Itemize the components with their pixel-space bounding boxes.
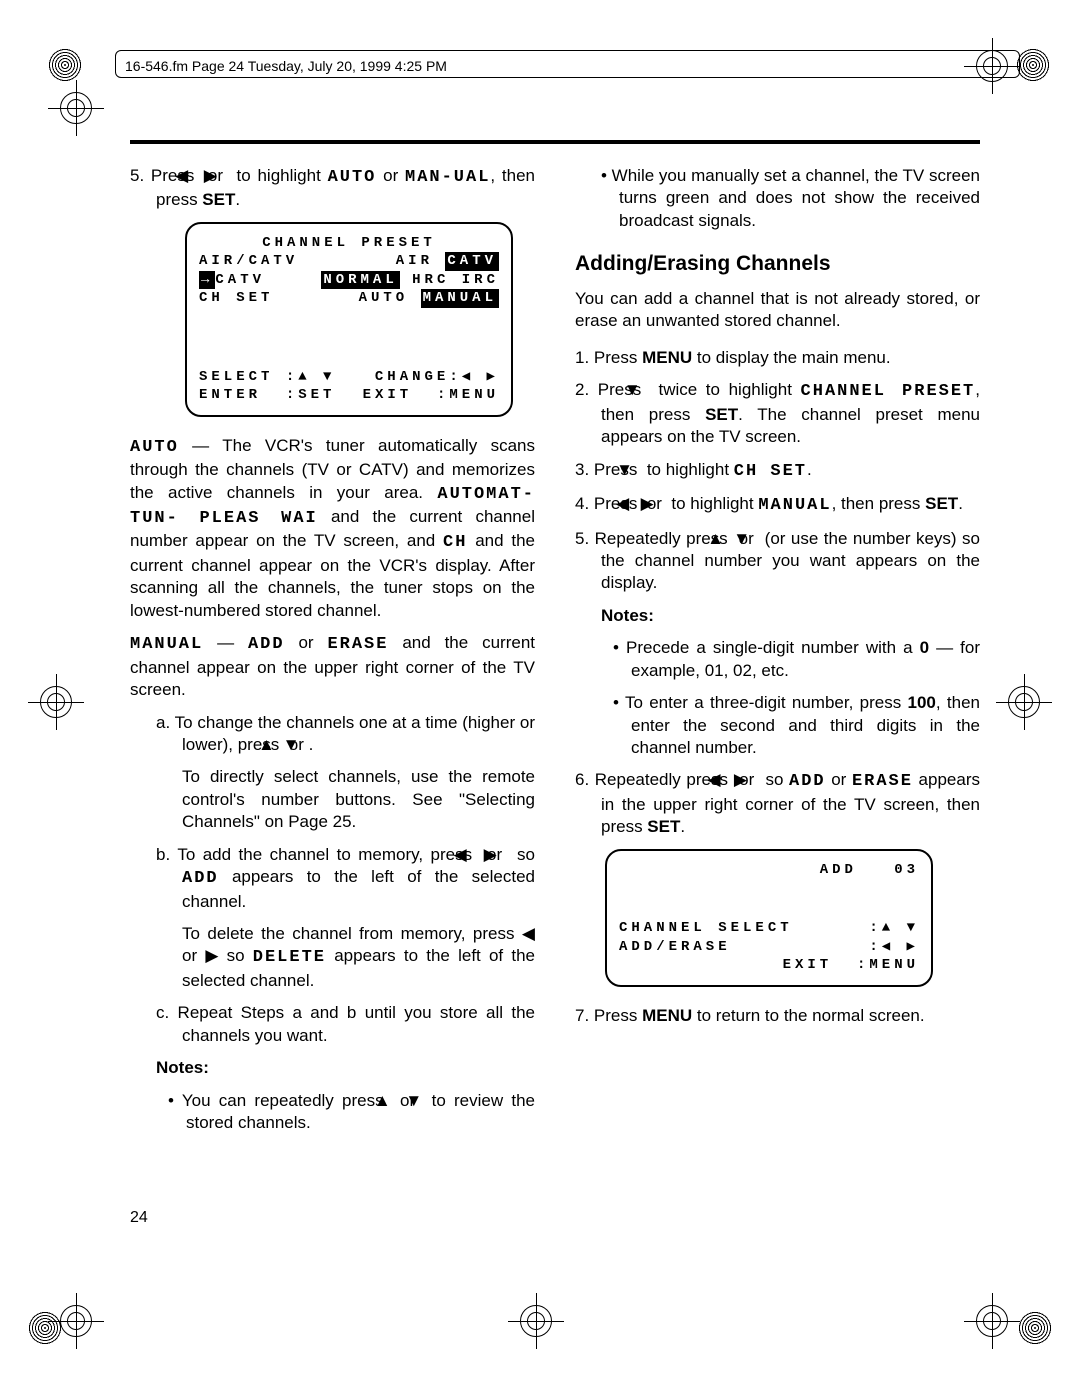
- crop-target-mr: [1008, 686, 1040, 718]
- right-step-6: 6. Repeatedly press ◀ or ▶ so ADD or ERA…: [575, 769, 980, 838]
- crop-swirl-br: [1018, 1311, 1052, 1345]
- crop-target-ml: [40, 686, 72, 718]
- right-step-4: 4. Press ◀ or ▶ to highlight MANUAL, the…: [575, 493, 980, 517]
- left-note-2: • While you manually set a channel, the …: [575, 165, 980, 232]
- auto-explain: AUTO — The VCR's tuner automatically sca…: [130, 435, 535, 623]
- crop-target-l: [60, 92, 92, 124]
- crop-target-bc: [520, 1305, 552, 1337]
- right-notes-heading: Notes:: [575, 605, 980, 627]
- right-note-2: • To enter a three-digit number, press 1…: [575, 692, 980, 759]
- substep-a: a. To change the channels one at a time …: [130, 712, 535, 757]
- left-note-1: • You can repeatedly press ▲ or ▼ to rev…: [130, 1090, 535, 1135]
- crop-swirl-tl: [48, 48, 82, 82]
- right-intro: You can add a channel that is not alread…: [575, 288, 980, 333]
- crop-target-br: [976, 1305, 1008, 1337]
- substep-b-para: To delete the channel from memory, press…: [130, 923, 535, 992]
- crop-swirl-bl: [28, 1311, 62, 1345]
- divider-rule: [130, 140, 980, 144]
- crop-target-bl: [60, 1305, 92, 1337]
- left-step-5: 5. Press ◀ or ▶ to highlight AUTO or MAN…: [130, 165, 535, 212]
- right-step-2: 2. Press ▼ twice to highlight CHANNEL PR…: [575, 379, 980, 448]
- left-notes-heading: Notes:: [130, 1057, 535, 1079]
- right-step-7: 7. Press MENU to return to the normal sc…: [575, 1005, 980, 1027]
- osd-title: CHANNEL PRESET: [199, 234, 499, 252]
- substep-b: b. To add the channel to memory, press ◀…: [130, 844, 535, 913]
- osd-screen-add-erase: ADD 03 CHANNEL SELECT:▲ ▼ ADD/ERASE:◀ ▶ …: [605, 849, 933, 987]
- body-columns: 5. Press ◀ or ▶ to highlight AUTO or MAN…: [130, 165, 980, 1197]
- right-step-5: 5. Repeatedly press ▲ or ▼ (or use the n…: [575, 528, 980, 595]
- page-number: 24: [130, 1209, 148, 1227]
- manual-explain: MANUAL — ADD or ERASE and the current ch…: [130, 632, 535, 701]
- osd-screen-channel-preset: CHANNEL PRESET AIR/CATV AIR CATV →CATV N…: [185, 222, 513, 417]
- substep-a-para: To directly select channels, use the rem…: [130, 766, 535, 833]
- right-step-1: 1. Press MENU to display the main menu.: [575, 347, 980, 369]
- crop-swirl-tr: [1016, 48, 1050, 82]
- right-step-3: 3. Press ▼ to highlight CH SET.: [575, 459, 980, 483]
- header-frame: [115, 50, 1020, 78]
- right-note-1: • Precede a single-digit number with a 0…: [575, 637, 980, 682]
- substep-c: c. Repeat Steps a and b until you store …: [130, 1002, 535, 1047]
- section-heading-adding-erasing: Adding/Erasing Channels: [575, 250, 980, 278]
